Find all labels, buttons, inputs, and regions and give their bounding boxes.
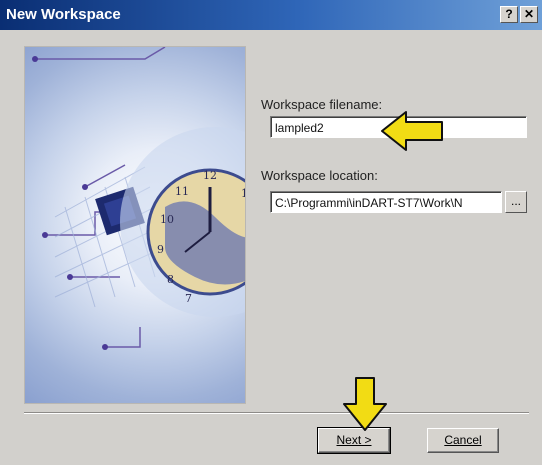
next-button-label: Next >	[336, 433, 372, 447]
browse-button[interactable]: ...	[505, 191, 527, 213]
location-input[interactable]: C:\Programmi\inDART-ST7\Work\N	[270, 191, 502, 213]
clock-circuit-illustration: 1212 11109 87	[32, 47, 245, 350]
svg-text:8: 8	[167, 273, 174, 286]
separator	[24, 412, 529, 414]
cancel-button[interactable]: Cancel	[427, 428, 499, 453]
new-workspace-dialog: New Workspace ? ✕ 12 11 10 9 8 7 Workspa…	[0, 0, 542, 465]
cancel-button-label: Cancel	[444, 433, 482, 447]
svg-text:12: 12	[203, 169, 217, 182]
wizard-illustration: 1212 11109 87	[24, 46, 246, 404]
window-title: New Workspace	[6, 6, 121, 23]
arrow-down-icon	[343, 377, 387, 431]
svg-text:11: 11	[175, 185, 189, 198]
arrow-left-icon	[381, 111, 443, 151]
svg-text:7: 7	[185, 292, 192, 305]
help-button[interactable]: ?	[500, 6, 518, 23]
svg-text:10: 10	[160, 213, 174, 226]
filename-label: Workspace filename:	[261, 97, 383, 112]
title-bar[interactable]: New Workspace ? ✕	[0, 0, 542, 30]
close-button[interactable]: ✕	[520, 6, 538, 23]
svg-text:1: 1	[241, 187, 245, 200]
svg-text:9: 9	[157, 243, 164, 256]
location-label: Workspace location:	[261, 168, 378, 183]
